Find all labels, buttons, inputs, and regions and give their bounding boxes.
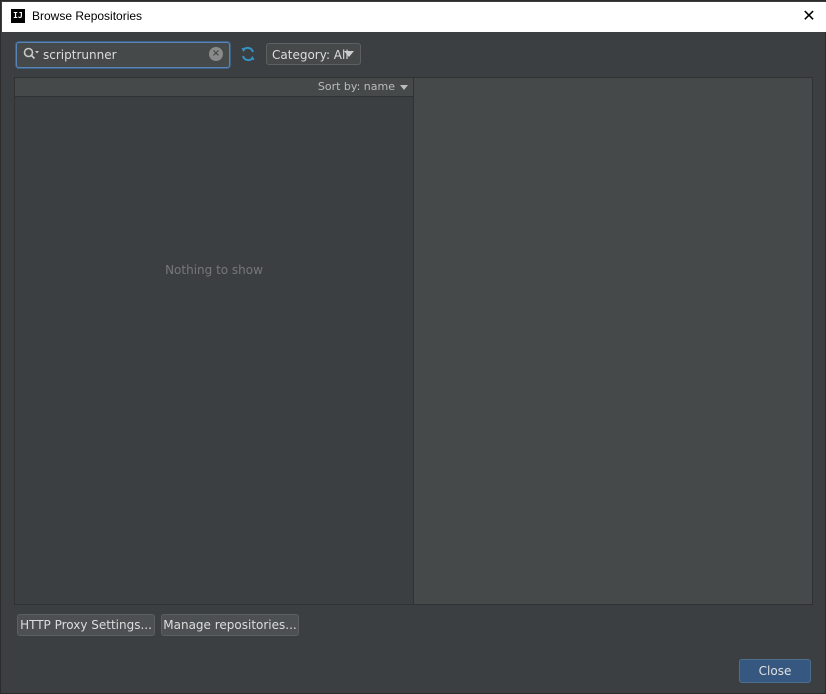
- manage-repositories-button[interactable]: Manage repositories...: [161, 614, 299, 636]
- empty-list-message: Nothing to show: [165, 263, 263, 277]
- close-window-icon[interactable]: ✕: [800, 7, 818, 25]
- http-proxy-settings-button[interactable]: HTTP Proxy Settings...: [17, 614, 155, 636]
- sort-by-label[interactable]: Sort by: name: [318, 80, 395, 93]
- search-input[interactable]: [43, 45, 203, 65]
- search-icon[interactable]: [23, 47, 39, 61]
- close-button[interactable]: Close: [739, 659, 811, 683]
- category-dropdown-label: Category: All: [272, 48, 349, 62]
- category-dropdown[interactable]: Category: All: [266, 43, 361, 65]
- sort-bar[interactable]: Sort by: name: [15, 78, 413, 97]
- search-box[interactable]: ×: [16, 42, 230, 68]
- sort-chevron-down-icon[interactable]: [400, 85, 408, 90]
- intellij-app-icon: IJ: [11, 9, 25, 23]
- plugin-details-panel: [414, 77, 813, 605]
- browse-repositories-dialog: IJ Browse Repositories ✕ ×: [0, 0, 826, 694]
- refresh-icon[interactable]: [239, 45, 257, 63]
- plugin-list-panel[interactable]: Sort by: name Nothing to show: [14, 77, 414, 605]
- chevron-down-icon: [344, 51, 354, 57]
- title-bar: IJ Browse Repositories ✕: [2, 2, 826, 32]
- toolbar: × Category: All: [1, 33, 826, 75]
- window-title: Browse Repositories: [32, 9, 143, 23]
- clear-icon[interactable]: ×: [209, 47, 223, 61]
